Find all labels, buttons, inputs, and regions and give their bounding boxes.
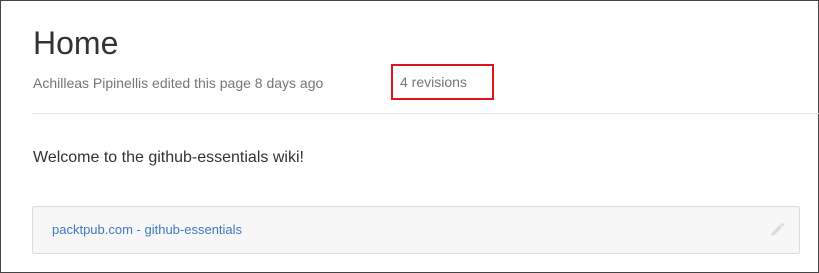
revisions-label: 4 revisions — [400, 74, 467, 90]
revisions-link[interactable]: 4 revisions — [391, 64, 494, 100]
wiki-footer: packtpub.com - github-essentials — [32, 206, 800, 254]
wiki-page-frame: Home Achilleas Pipinellis edited this pa… — [0, 0, 819, 273]
page-meta: Achilleas Pipinellis edited this page 8 … — [33, 73, 323, 93]
footer-link[interactable]: packtpub.com - github-essentials — [52, 221, 242, 239]
page-title: Home — [33, 25, 119, 61]
wiki-content-text: Welcome to the github-essentials wiki! — [33, 149, 304, 166]
header-divider — [32, 113, 819, 114]
edit-info-text: Achilleas Pipinellis edited this page 8 … — [33, 75, 324, 91]
pencil-icon[interactable] — [769, 222, 785, 238]
